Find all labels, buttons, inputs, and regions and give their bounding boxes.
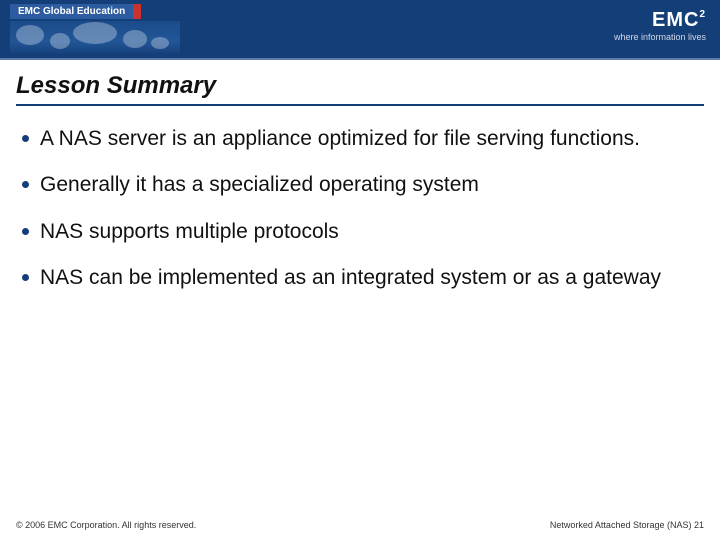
- emc-logo-text: EMC: [652, 9, 699, 31]
- emc-tagline: where information lives: [614, 32, 706, 42]
- list-item: Generally it has a specialized operating…: [22, 172, 698, 198]
- slide-content: A NAS server is an appliance optimized f…: [0, 120, 720, 291]
- list-item: A NAS server is an appliance optimized f…: [22, 126, 698, 152]
- emc-logo-sup: 2: [699, 9, 706, 20]
- slide-title-wrap: Lesson Summary: [16, 72, 704, 106]
- header-divider: [0, 58, 720, 60]
- header-right-group: EMC2 where information lives: [614, 10, 706, 42]
- header-left-group: EMC Global Education: [10, 4, 180, 55]
- list-item: NAS supports multiple protocols: [22, 219, 698, 245]
- brand-box: EMC Global Education: [10, 4, 141, 19]
- header-bar: EMC Global Education EMC2 where informat…: [0, 0, 720, 58]
- slide-title: Lesson Summary: [16, 72, 704, 100]
- world-map-icon: [10, 21, 180, 55]
- footer-right: Networked Attached Storage (NAS) 21: [550, 520, 704, 530]
- emc-logo: EMC2: [614, 10, 706, 30]
- bullet-list: A NAS server is an appliance optimized f…: [22, 126, 698, 291]
- slide: EMC Global Education EMC2 where informat…: [0, 0, 720, 540]
- footer: © 2006 EMC Corporation. All rights reser…: [0, 520, 720, 530]
- footer-left: © 2006 EMC Corporation. All rights reser…: [16, 520, 196, 530]
- list-item: NAS can be implemented as an integrated …: [22, 265, 698, 291]
